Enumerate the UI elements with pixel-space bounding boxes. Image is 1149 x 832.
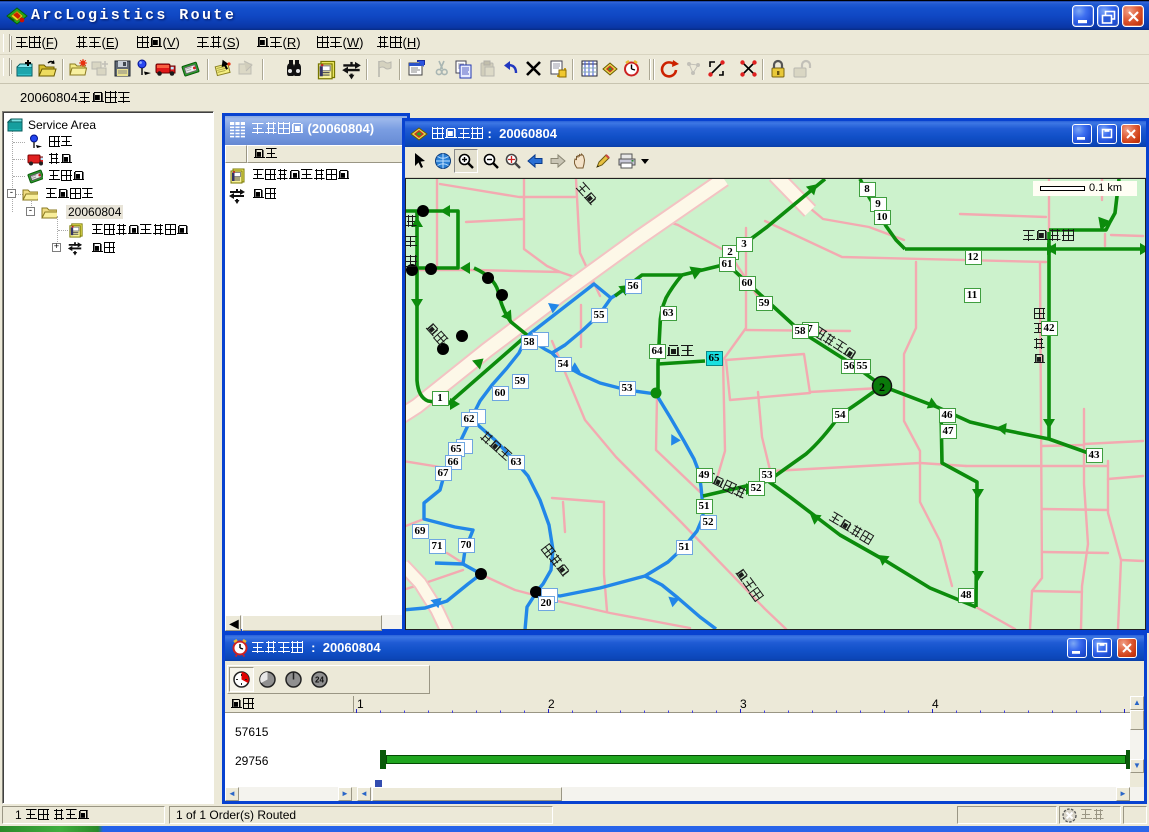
svg-text:2: 2 xyxy=(879,380,885,394)
svg-text:24: 24 xyxy=(315,676,324,685)
